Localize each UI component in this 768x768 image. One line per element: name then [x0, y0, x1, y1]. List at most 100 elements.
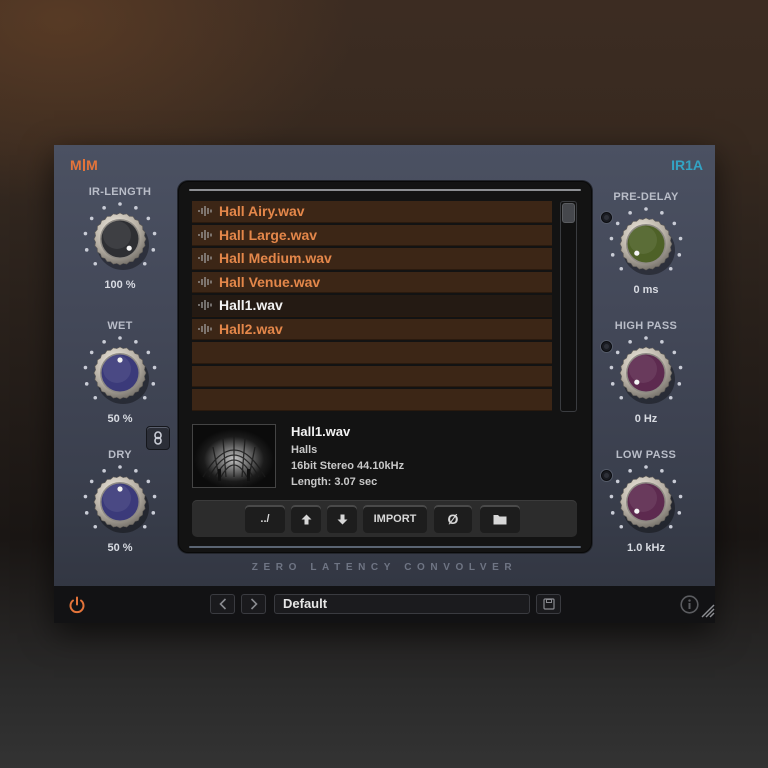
pre-delay-control: PRE-DELAY 0 ms — [591, 191, 701, 296]
knob-value: 50 % — [107, 413, 133, 425]
scale-dot — [89, 350, 94, 355]
ir-length: Length: 3.07 sec — [291, 476, 378, 488]
high-pass-control: HIGH PASS 0 Hz — [591, 320, 701, 425]
knob-indicator — [117, 486, 123, 492]
power-button[interactable] — [68, 596, 86, 619]
file-row[interactable]: Hall Medium.wav — [192, 248, 552, 270]
knob-value: 1.0 kHz — [627, 542, 665, 554]
import-button[interactable]: IMPORT — [363, 505, 427, 533]
ir-format: 16bit Stereo 44.10kHz — [291, 460, 405, 472]
scale-dot — [102, 340, 106, 344]
scale-dot — [151, 382, 156, 386]
ir-length-knob[interactable] — [80, 201, 160, 277]
scrollbar-thumb[interactable] — [562, 203, 575, 223]
clear-button[interactable]: Ø — [434, 505, 472, 533]
knob-label: LOW PASS — [615, 449, 677, 461]
waveform-icon — [198, 300, 212, 311]
waveform-icon — [198, 276, 212, 287]
wet-knob[interactable] — [80, 335, 160, 411]
move-down-button[interactable] — [327, 505, 357, 533]
link-icon — [154, 431, 162, 445]
scale-dot — [615, 479, 620, 484]
scale-dot — [84, 511, 89, 515]
scale-dot — [672, 479, 677, 484]
file-name: Hall Airy.wav — [219, 203, 305, 220]
wet-control: WET 50 % — [65, 320, 175, 425]
file-row[interactable]: Hall2.wav — [192, 318, 552, 340]
scale-dot — [83, 231, 88, 236]
file-row[interactable]: Hall Airy.wav — [192, 201, 552, 223]
knob-graphic — [83, 465, 157, 533]
file-row[interactable]: Hall1.wav — [192, 295, 552, 317]
file-row[interactable]: Hall Large.wav — [192, 224, 552, 246]
next-preset-button[interactable] — [241, 594, 266, 614]
scale-dot — [118, 202, 122, 206]
waveform-icon — [198, 253, 212, 264]
browser-toolbar: ../ IMPORT Ø — [192, 500, 577, 537]
file-row[interactable]: Hall Venue.wav — [192, 271, 552, 293]
preset-name-field[interactable]: Default — [274, 594, 530, 614]
chevron-right-icon — [250, 598, 258, 610]
parent-folder-button[interactable]: ../ — [245, 505, 285, 533]
arrow-up-icon — [301, 514, 311, 524]
product-name: IR1A — [671, 157, 703, 173]
scale-dot — [93, 524, 98, 529]
knob-graphic — [83, 202, 157, 270]
scale-dot — [84, 382, 89, 386]
scale-dot — [660, 340, 664, 344]
knob-label: WET — [107, 320, 133, 332]
knob-label: PRE-DELAY — [613, 191, 679, 203]
knob-value: 0 ms — [633, 284, 659, 296]
scale-dot — [146, 479, 151, 484]
scale-dot — [134, 206, 138, 210]
scale-dot — [93, 395, 98, 400]
link-wet-dry-button[interactable] — [146, 426, 170, 450]
previous-preset-button[interactable] — [210, 594, 235, 614]
scale-dot — [142, 395, 147, 400]
scale-dot — [678, 236, 683, 241]
low-pass-knob[interactable] — [606, 464, 686, 540]
file-row[interactable] — [192, 342, 552, 364]
scale-dot — [628, 469, 632, 473]
scale-dot — [619, 524, 624, 529]
knob-label: IR-LENGTH — [88, 186, 152, 198]
file-row[interactable] — [192, 389, 552, 411]
scale-dot — [660, 211, 664, 215]
scale-dot — [678, 365, 683, 370]
power-icon — [69, 596, 85, 614]
logo-right: M — [86, 157, 99, 173]
ir-length-control: IR-LENGTH 100 % — [65, 186, 175, 291]
scale-dot — [102, 206, 106, 210]
ir-details: Hall1.wav Halls 16bit Stereo 44.10kHz Le… — [291, 424, 404, 490]
scale-dot — [610, 382, 615, 386]
scale-dot — [610, 253, 615, 257]
open-folder-button[interactable] — [480, 505, 520, 533]
resize-handle[interactable] — [699, 602, 715, 623]
arrow-down-icon — [337, 514, 347, 524]
scale-dot — [619, 395, 624, 400]
scale-dot — [102, 469, 106, 473]
pre-delay-knob[interactable] — [606, 206, 686, 282]
scale-dot — [83, 494, 88, 499]
knob-graphic — [83, 336, 157, 404]
file-row[interactable] — [192, 365, 552, 387]
info-icon — [680, 595, 699, 614]
scale-dot — [668, 524, 673, 529]
high-pass-knob[interactable] — [606, 335, 686, 411]
info-button[interactable] — [680, 595, 699, 619]
scale-dot — [89, 479, 94, 484]
waveform-icon — [198, 229, 212, 240]
browser-top-rail — [189, 189, 581, 191]
logo-divider — [83, 159, 86, 171]
ir-category: Halls — [291, 444, 318, 456]
knob-label: HIGH PASS — [614, 320, 678, 332]
product-subtitle: ZERO LATENCY CONVOLVER — [251, 562, 518, 573]
scale-dot — [628, 211, 632, 215]
file-list-scrollbar[interactable] — [560, 201, 577, 412]
scale-dot — [672, 350, 677, 355]
scale-dot — [146, 350, 151, 355]
file-name: Hall1.wav — [219, 297, 283, 314]
dry-knob[interactable] — [80, 464, 160, 540]
move-up-button[interactable] — [291, 505, 321, 533]
save-preset-button[interactable] — [536, 594, 561, 614]
